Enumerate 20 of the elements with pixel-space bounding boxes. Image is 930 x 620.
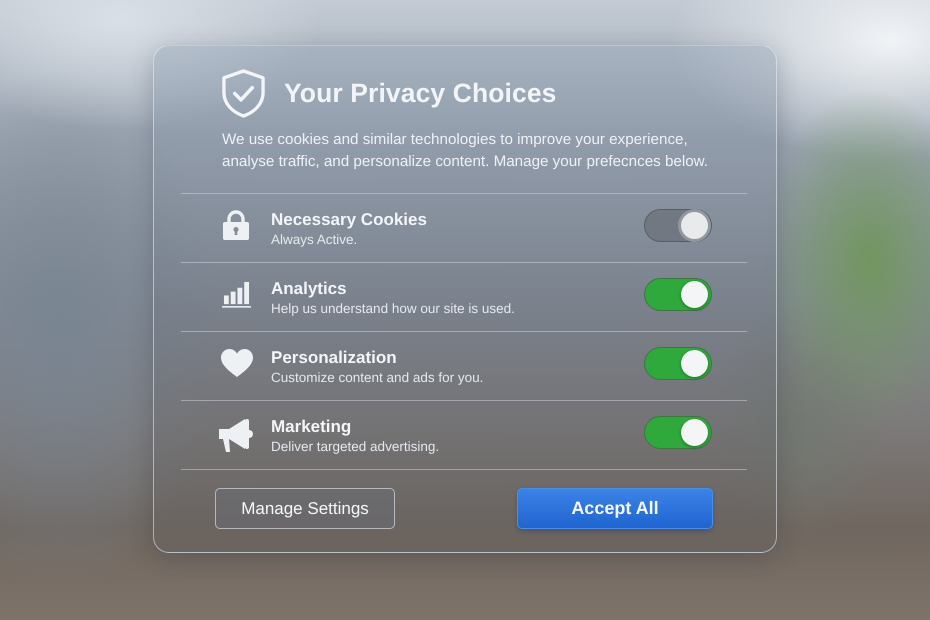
category-title: Marketing bbox=[271, 416, 352, 436]
category-description: Deliver targeted advertising. bbox=[271, 438, 440, 454]
bar-chart-icon bbox=[222, 280, 251, 308]
category-title: Analytics bbox=[271, 278, 348, 298]
category-description: Always Active. bbox=[271, 232, 358, 246]
manage-settings-button[interactable]: Manage Settings bbox=[215, 488, 395, 529]
toggle-switch[interactable] bbox=[644, 416, 712, 448]
category-description: Help us understand how our site is used. bbox=[271, 300, 516, 316]
dialog-title: Your Privacy Choices bbox=[284, 78, 557, 108]
toggle-switch[interactable] bbox=[644, 346, 712, 380]
padlock-icon bbox=[222, 210, 250, 240]
category-description: Customize content and ads for you. bbox=[271, 370, 484, 384]
dialog-description: We use cookies and similar technologies to improve your experience, analyse traffic, and personalize content. Manage your prefecnces below. bbox=[222, 130, 710, 172]
heart-icon bbox=[220, 348, 254, 378]
category-title: Personalization bbox=[271, 348, 398, 368]
shield-check-icon bbox=[221, 68, 266, 118]
toggle-switch[interactable] bbox=[644, 278, 712, 310]
megaphone-icon bbox=[217, 416, 255, 454]
category-title: Necessary Cookies bbox=[271, 210, 428, 230]
accept-all-button[interactable]: Accept All bbox=[517, 488, 713, 529]
